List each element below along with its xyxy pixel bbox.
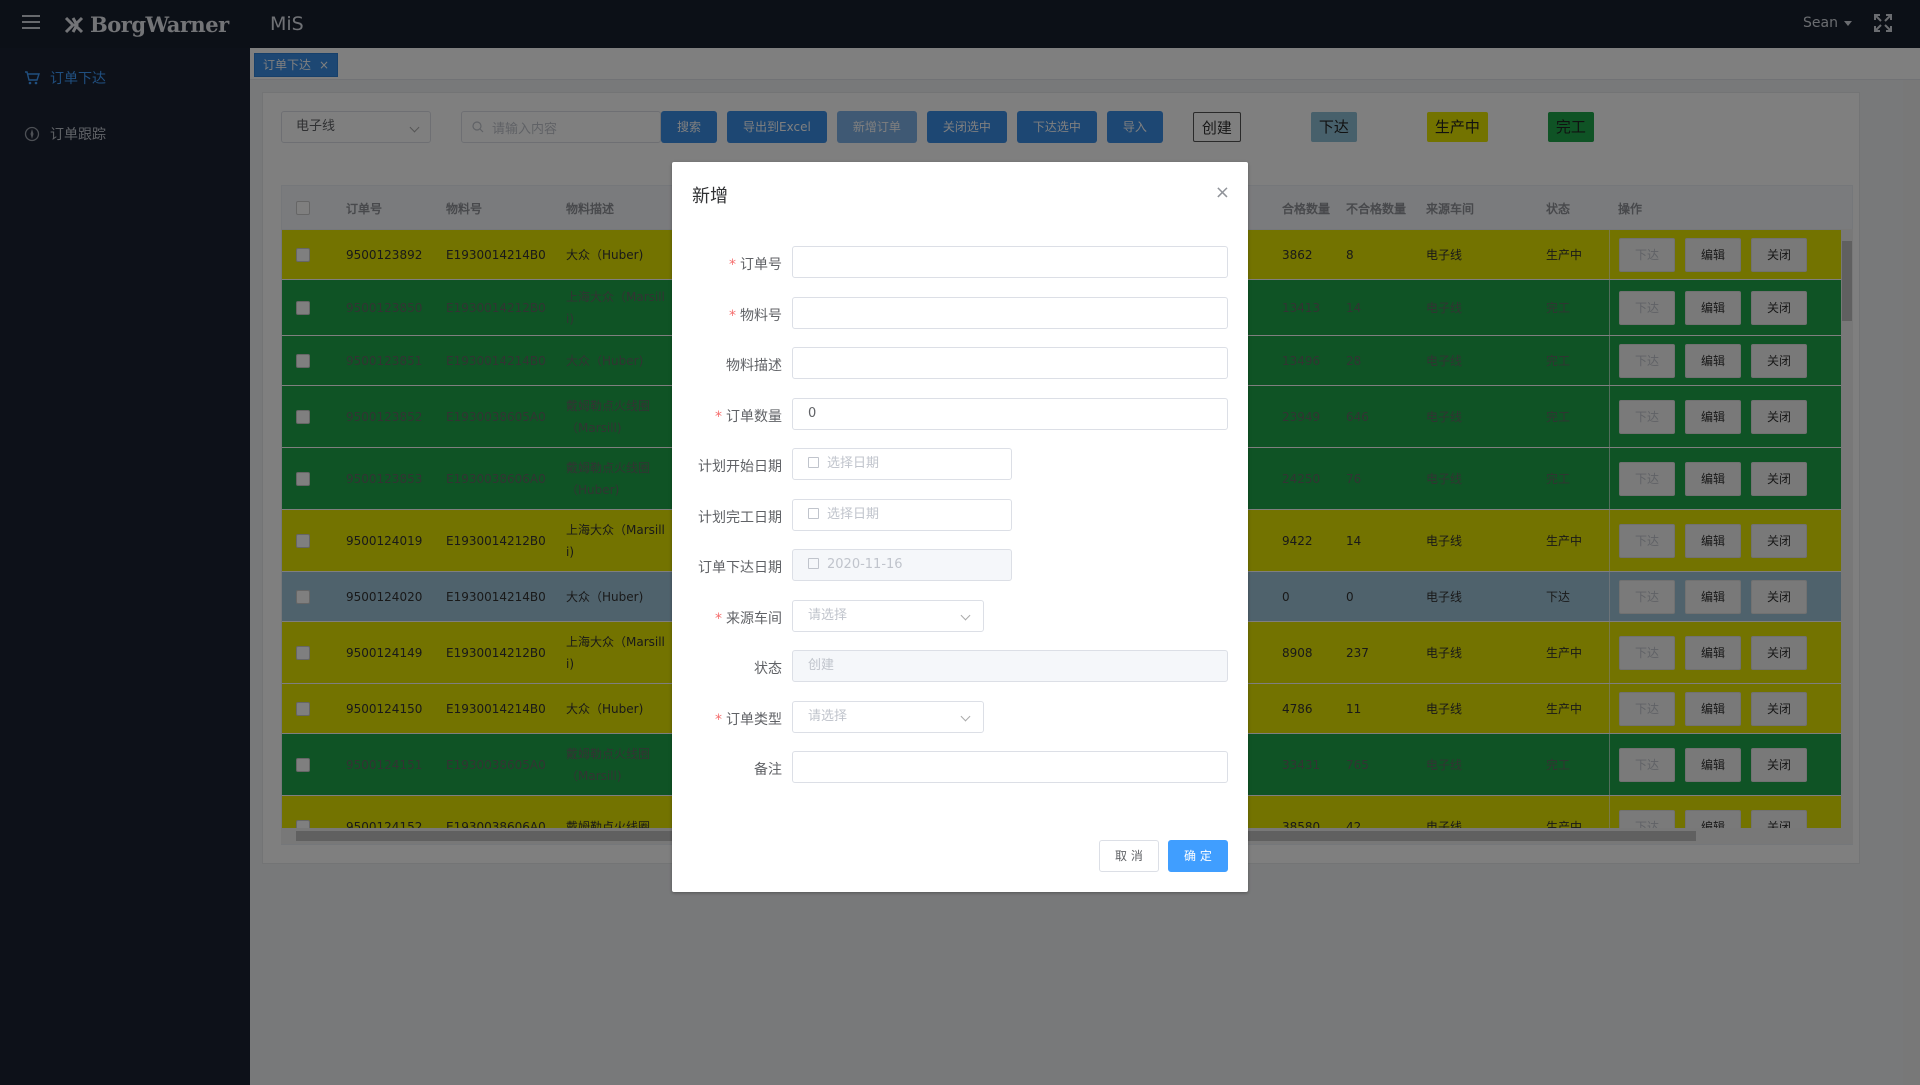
form-label: * 订单号 [729, 254, 782, 274]
form-row: 备注 [672, 751, 1248, 783]
form-row: * 订单号 [672, 246, 1248, 278]
field-value: 0 [808, 405, 817, 421]
form-label-text: 备注 [754, 762, 782, 778]
form-row: 订单下达日期 2020-11-16 [672, 549, 1248, 581]
select-field[interactable]: 请选择 [792, 700, 984, 733]
form-label-text: 订单下达日期 [698, 560, 782, 576]
form-label-text: 物料号 [740, 307, 782, 324]
text-input[interactable] [792, 751, 1228, 783]
form-label-text: 状态 [754, 661, 782, 677]
form-label: * 来源车间 [715, 608, 782, 628]
form-label-text: 订单号 [740, 257, 782, 273]
form-row: 计划开始日期 选择日期 [672, 448, 1248, 480]
form-label: 计划完工日期 [698, 507, 782, 527]
confirm-button[interactable]: 确 定 [1168, 840, 1228, 872]
form-label: * 订单数量 [715, 406, 782, 426]
text-input[interactable]: 0 [792, 397, 1228, 430]
required-asterisk: * [715, 711, 722, 728]
required-asterisk: * [729, 257, 736, 273]
field-placeholder: 请选择 [808, 607, 848, 623]
cancel-button[interactable]: 取 消 [1099, 840, 1159, 872]
required-asterisk: * [715, 408, 722, 425]
chevron-down-icon [960, 610, 971, 620]
form-label: * 订单类型 [715, 709, 782, 729]
select-field[interactable]: 请选择 [792, 599, 984, 632]
field-placeholder: 请选择 [808, 708, 848, 724]
form-label: * 物料号 [729, 305, 782, 325]
form-label-text: 计划完工日期 [698, 509, 782, 526]
form-label: 物料描述 [726, 355, 782, 375]
form-row: * 订单数量 0 [672, 397, 1248, 430]
form-row: * 来源车间 请选择 [672, 599, 1248, 632]
form-label-text: 来源车间 [726, 610, 782, 627]
calendar-icon [808, 507, 819, 519]
form-row: 状态 创建 [672, 650, 1248, 682]
form-label-text: 物料描述 [726, 358, 782, 374]
required-asterisk: * [729, 307, 736, 324]
form-label-text: 计划开始日期 [698, 459, 782, 475]
form-row: 物料描述 [672, 347, 1248, 379]
date-picker: 2020-11-16 [792, 549, 1012, 581]
dialog-title: 新增 [692, 186, 728, 207]
new-order-dialog: 新增 × * 订单号 * 物料号 物料描述 * 订单数量 0 计划开始日期 选择日期 计划完工日期选… [672, 162, 1248, 892]
form-label-text: 订单数量 [726, 408, 782, 425]
field-placeholder: 选择日期 [827, 456, 880, 471]
status-field: 创建 [792, 650, 1228, 682]
field-value: 2020-11-16 [827, 557, 903, 572]
form-label-text: 订单类型 [726, 711, 782, 728]
field-value: 创建 [808, 658, 835, 673]
form-row: * 物料号 [672, 296, 1248, 329]
calendar-icon [808, 457, 819, 468]
calendar-icon [808, 558, 819, 569]
form-label: 计划开始日期 [698, 456, 782, 476]
chevron-down-icon [960, 711, 971, 721]
form-row: * 订单类型 请选择 [672, 700, 1248, 733]
form-label: 状态 [754, 658, 782, 678]
form-label: 备注 [754, 759, 782, 779]
text-input[interactable] [792, 296, 1228, 329]
close-icon[interactable]: × [1215, 182, 1230, 203]
form-row: 计划完工日期 选择日期 [672, 498, 1248, 531]
date-picker[interactable]: 选择日期 [792, 448, 1012, 480]
text-input[interactable] [792, 347, 1228, 379]
date-picker[interactable]: 选择日期 [792, 498, 1012, 531]
form-label: 订单下达日期 [698, 557, 782, 577]
text-input[interactable] [792, 246, 1228, 278]
field-placeholder: 选择日期 [827, 506, 880, 522]
required-asterisk: * [715, 610, 722, 627]
